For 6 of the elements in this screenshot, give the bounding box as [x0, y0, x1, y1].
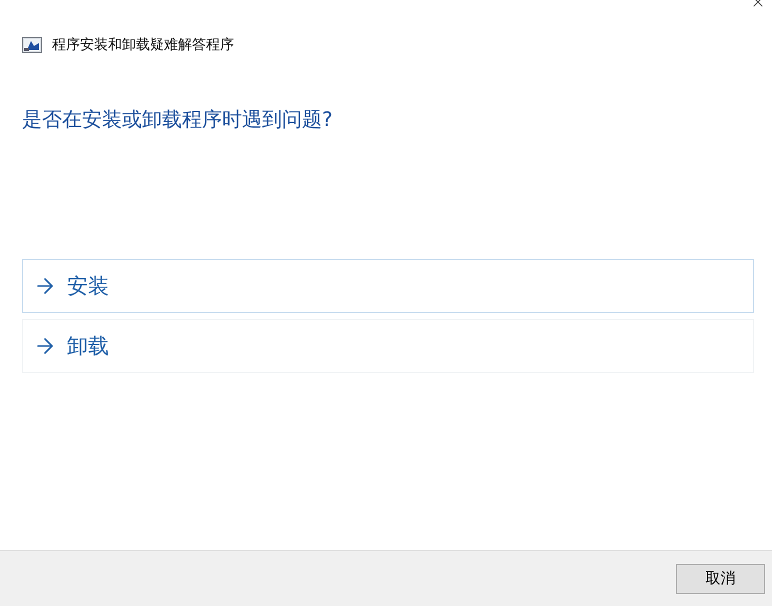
- option-link[interactable]: 卸载: [22, 319, 754, 373]
- question-heading: 是否在安装或卸载程序时遇到问题?: [22, 106, 334, 133]
- cancel-button[interactable]: 取消: [676, 564, 765, 594]
- app-icon: [22, 37, 42, 53]
- window-title: 程序安装和卸载疑难解答程序: [52, 36, 234, 54]
- option-link[interactable]: 安装: [22, 259, 754, 313]
